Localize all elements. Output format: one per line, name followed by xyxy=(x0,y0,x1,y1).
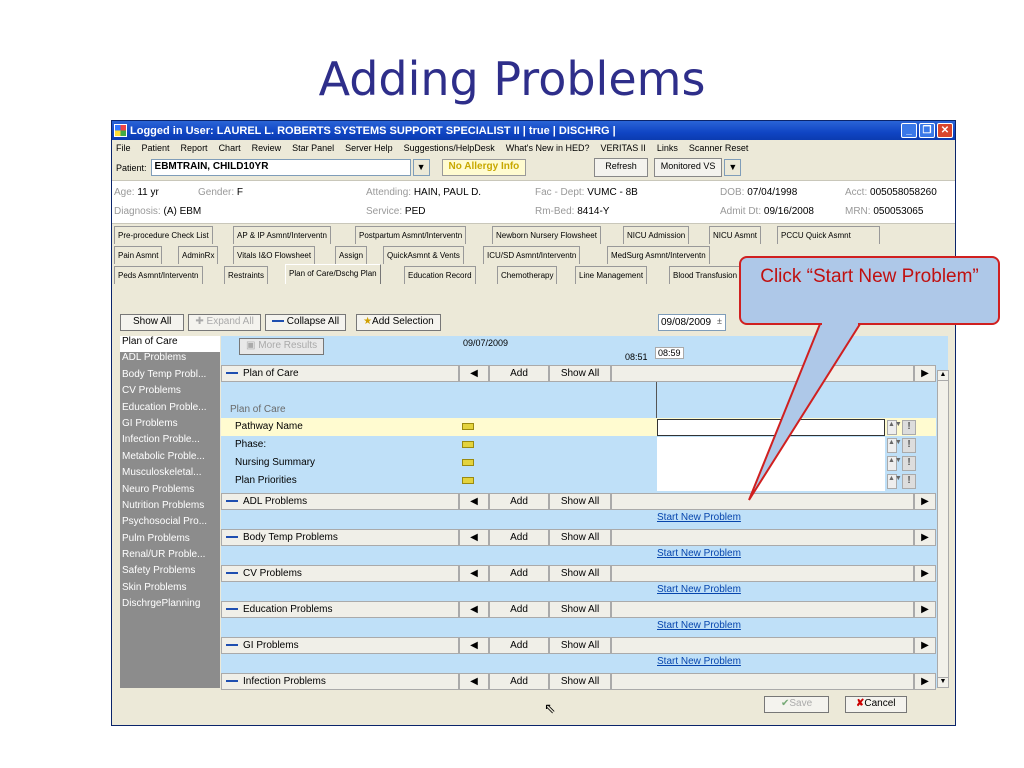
callout-arrow xyxy=(748,323,862,501)
callout-pointer xyxy=(748,322,862,501)
